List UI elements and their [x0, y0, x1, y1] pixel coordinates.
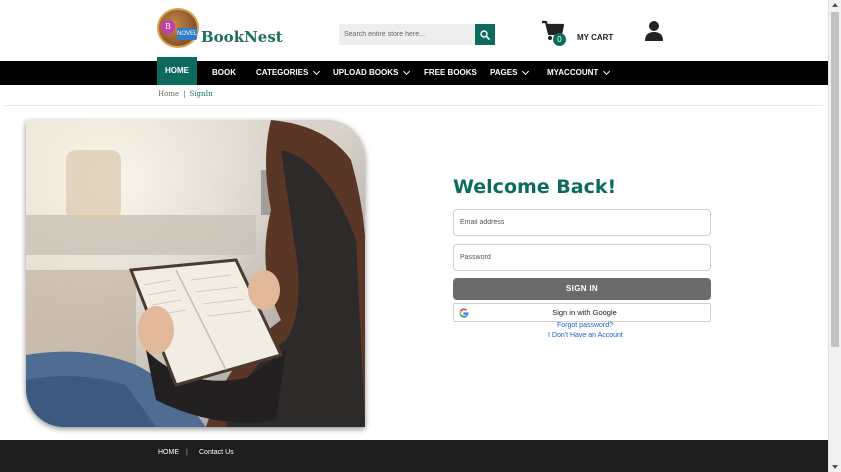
- nav-free-books-label: FREE BOOKS: [424, 68, 477, 77]
- cart-count-badge: 0: [553, 33, 566, 46]
- google-sign-in-button[interactable]: Sign in with Google: [453, 303, 711, 322]
- login-heading: Welcome Back!: [453, 176, 617, 198]
- nav-free-books[interactable]: FREE BOOKS: [424, 61, 477, 85]
- chevron-down-icon: [603, 67, 611, 76]
- breadcrumb-separator: |: [183, 90, 186, 98]
- nav-myaccount-label: MYACCOUNT: [547, 68, 599, 77]
- breadcrumb-home[interactable]: Home: [158, 90, 179, 98]
- breadcrumb-divider: [5, 105, 823, 106]
- google-icon: [459, 307, 469, 318]
- user-icon: [645, 21, 663, 41]
- logo-badge-sub: NOVEL: [177, 28, 197, 40]
- nav-pages-label: PAGES: [490, 68, 518, 77]
- search-icon: [480, 29, 490, 40]
- footer-contact-link[interactable]: Contact Us: [199, 449, 234, 456]
- scrollbar-thumb[interactable]: [831, 12, 839, 347]
- email-field[interactable]: [453, 209, 711, 236]
- nav-home[interactable]: HOME: [157, 57, 197, 85]
- search-input[interactable]: [339, 24, 475, 45]
- brand-name: BookNest: [201, 28, 283, 46]
- footer-separator: |: [186, 449, 188, 456]
- chevron-down-icon: [403, 67, 411, 76]
- chevron-down-icon: [522, 67, 530, 76]
- nav-pages[interactable]: PAGES: [490, 61, 530, 85]
- page: B NOVEL BookNest 0: [0, 0, 841, 472]
- nav-home-label: HOME: [165, 66, 189, 75]
- nav-myaccount[interactable]: MYACCOUNT: [547, 61, 611, 85]
- cart-button[interactable]: 0 MY CART: [541, 20, 614, 46]
- cart-icon: 0: [541, 20, 567, 46]
- scroll-up-arrow-icon[interactable]: [832, 3, 838, 7]
- forgot-password-link[interactable]: Forgot password?: [557, 322, 613, 329]
- sign-in-button[interactable]: SIGN IN: [453, 278, 711, 300]
- search-bar: [339, 24, 495, 45]
- register-link[interactable]: I Don't Have an Account: [548, 332, 623, 339]
- chevron-down-icon: [313, 67, 321, 76]
- nav-categories[interactable]: CATEGORIES: [256, 61, 321, 85]
- breadcrumb-current: SignIn: [189, 90, 213, 98]
- nav-book[interactable]: BOOK: [212, 61, 236, 85]
- nav-upload-books[interactable]: UPLOAD BOOKS: [333, 61, 411, 85]
- nav-book-label: BOOK: [212, 68, 236, 77]
- cart-label: MY CART: [577, 32, 614, 42]
- logo-badge-icon: B NOVEL: [157, 8, 199, 48]
- site-footer: HOME | Contact Us: [0, 440, 828, 472]
- account-button[interactable]: [644, 20, 664, 42]
- nav-upload-books-label: UPLOAD BOOKS: [333, 68, 399, 77]
- main-nav: HOME BOOK CATEGORIES UPLOAD BOOKS FREE B…: [0, 57, 828, 85]
- breadcrumb: Home | SignIn: [158, 90, 213, 98]
- page-scrollbar[interactable]: [828, 0, 841, 472]
- scroll-down-arrow-icon[interactable]: [832, 465, 838, 469]
- nav-categories-label: CATEGORIES: [256, 68, 309, 77]
- hero-reading-image: [26, 120, 365, 427]
- footer-home-link[interactable]: HOME: [158, 449, 179, 456]
- logo-badge-letter: B: [161, 20, 175, 34]
- google-sign-in-label: Sign in with Google: [552, 308, 617, 317]
- password-field[interactable]: [453, 244, 711, 271]
- search-button[interactable]: [475, 24, 495, 45]
- site-logo[interactable]: B NOVEL BookNest: [157, 8, 283, 48]
- site-header: B NOVEL BookNest 0: [0, 0, 828, 61]
